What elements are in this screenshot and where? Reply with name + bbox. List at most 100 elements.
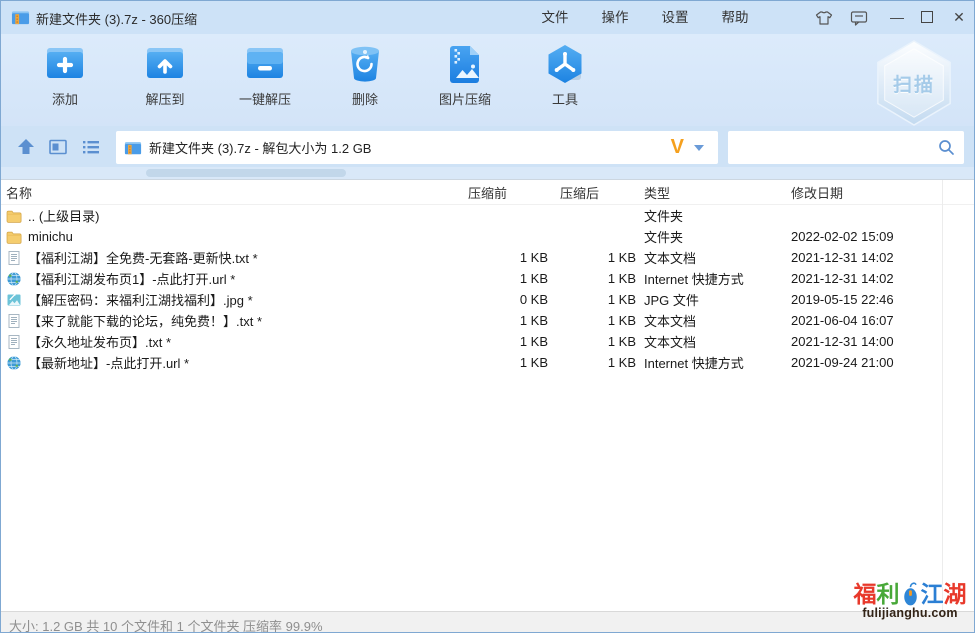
status-bar: 大小: 1.2 GB 共 10 个文件和 1 个文件夹 压缩率 99.9% [1, 611, 974, 633]
menu-file[interactable]: 文件 [525, 1, 585, 34]
vip-v-icon[interactable]: V [671, 136, 684, 159]
one-key-extract-button[interactable]: 一键解压 [222, 34, 308, 126]
image-compress-button[interactable]: 图片压缩 [422, 34, 508, 126]
file-row[interactable]: .. (上级目录) 文件夹 [1, 205, 974, 226]
title-bar[interactable]: 新建文件夹 (3).7z - 360压缩 文件 操作 设置 帮助 — ✕ [1, 1, 974, 34]
column-header-size-after[interactable]: 压缩后 [548, 183, 636, 202]
file-type-value: Internet 快捷方式 [636, 353, 784, 372]
skin-theme-icon[interactable] [815, 9, 833, 27]
archive-path-label: 新建文件夹 (3).7z - 解包大小为 1.2 GB [149, 138, 671, 157]
horizontal-scroll-thumb[interactable] [146, 169, 346, 177]
column-header-size-before[interactable]: 压缩前 [456, 183, 548, 202]
txt-icon [6, 313, 22, 329]
file-name: .. (上级目录) [28, 206, 100, 225]
url-icon [6, 271, 22, 287]
size-before-value: 1 KB [456, 250, 548, 265]
delete-button[interactable]: 删除 [322, 34, 408, 126]
file-name: 【永久地址发布页】.txt * [28, 332, 171, 351]
file-row[interactable]: 【最新地址】-点此打开.url * 1 KB 1 KB Internet 快捷方… [1, 352, 974, 373]
size-before-value: 0 KB [456, 292, 548, 307]
file-type-value: 文本文档 [636, 311, 784, 330]
watermark-char-4: 湖 [944, 581, 967, 607]
file-type-value: 文本文档 [636, 332, 784, 351]
image-compress-icon [443, 42, 487, 86]
modified-date-value: 2019-05-15 22:46 [784, 292, 974, 307]
watermark-domain: fulijianghu.com [856, 606, 964, 620]
file-type-value: Internet 快捷方式 [636, 269, 784, 288]
url-icon [6, 355, 22, 371]
size-before-value: 1 KB [456, 271, 548, 286]
up-level-icon[interactable] [16, 137, 36, 157]
size-after-value: 1 KB [548, 313, 636, 328]
file-row[interactable]: 【永久地址发布页】.txt * 1 KB 1 KB 文本文档 2021-12-3… [1, 331, 974, 352]
menu-operation[interactable]: 操作 [585, 1, 645, 34]
status-summary: 大小: 1.2 GB 共 10 个文件和 1 个文件夹 压缩率 99.9% [9, 616, 323, 633]
tools-icon [543, 42, 587, 86]
extract-to-button[interactable]: 解压到 [122, 34, 208, 126]
size-after-value: 1 KB [548, 334, 636, 349]
modified-date-value: 2021-06-04 16:07 [784, 313, 974, 328]
file-name: 【解压密码：来福利江湖找福利】.jpg * [28, 290, 253, 309]
size-before-value: 1 KB [456, 313, 548, 328]
size-after-value: 1 KB [548, 271, 636, 286]
address-row: 新建文件夹 (3).7z - 解包大小为 1.2 GB V [1, 126, 974, 167]
file-type-value: 文件夹 [636, 206, 784, 225]
column-header-row: 名称 压缩前 压缩后 类型 修改日期 [1, 180, 974, 205]
file-name: 【福利江湖发布页1】-点此打开.url * [28, 269, 235, 288]
txt-icon [6, 250, 22, 266]
size-after-value: 1 KB [548, 355, 636, 370]
file-type-value: 文本文档 [636, 248, 784, 267]
address-bar[interactable]: 新建文件夹 (3).7z - 解包大小为 1.2 GB V [116, 131, 718, 164]
file-name: 【福利江湖】全免费-无套路-更新快.txt * [28, 248, 258, 267]
add-folder-icon [43, 42, 87, 86]
column-header-type[interactable]: 类型 [636, 183, 784, 202]
file-list-panel: 名称 压缩前 压缩后 类型 修改日期 .. (上级目录) 文件夹 minichu… [1, 179, 974, 611]
modified-date-value: 2021-12-31 14:00 [784, 334, 974, 349]
size-before-value: 1 KB [456, 355, 548, 370]
app-logo-icon [11, 8, 30, 27]
jpg-icon [6, 292, 22, 308]
minimize-button[interactable]: — [887, 7, 907, 28]
menu-help[interactable]: 帮助 [705, 1, 765, 34]
close-button[interactable]: ✕ [949, 7, 969, 28]
feedback-icon[interactable] [850, 9, 868, 27]
horizontal-scroll-track [1, 167, 974, 179]
chevron-down-icon[interactable] [694, 145, 704, 151]
modified-date-value: 2021-09-24 21:00 [784, 355, 974, 370]
search-icon[interactable] [938, 139, 955, 156]
preview-pane-icon[interactable] [48, 137, 68, 157]
toolbar: 添加 解压到 一键解压 删除 图片压缩 工具 [1, 34, 974, 126]
one-key-extract-icon [243, 42, 287, 86]
archive-file-icon [124, 139, 142, 157]
file-row[interactable]: 【福利江湖】全免费-无套路-更新快.txt * 1 KB 1 KB 文本文档 2… [1, 247, 974, 268]
watermark-logo: 福利 江湖 fulijianghu.com [856, 581, 964, 620]
add-button[interactable]: 添加 [22, 34, 108, 126]
tools-button[interactable]: 工具 [522, 34, 608, 126]
watermark-char-1: 福 [854, 581, 877, 607]
menu-bar: 文件 操作 设置 帮助 [525, 1, 765, 34]
search-input[interactable] [736, 131, 931, 164]
menu-settings[interactable]: 设置 [645, 1, 705, 34]
delete-icon [343, 42, 387, 86]
file-name: 【最新地址】-点此打开.url * [28, 353, 189, 372]
modified-date-value: 2021-12-31 14:02 [784, 271, 974, 286]
watermark-char-3: 江 [921, 581, 944, 607]
txt-icon [6, 334, 22, 350]
file-row[interactable]: 【福利江湖发布页1】-点此打开.url * 1 KB 1 KB Internet… [1, 268, 974, 289]
folder-icon [6, 208, 22, 224]
app-window: 新建文件夹 (3).7z - 360压缩 文件 操作 设置 帮助 — ✕ 添加 … [0, 0, 975, 633]
list-view-icon[interactable] [81, 137, 101, 157]
file-list: .. (上级目录) 文件夹 minichu 文件夹 2022-02-02 15:… [1, 205, 974, 373]
search-box[interactable] [728, 131, 964, 164]
file-row[interactable]: 【解压密码：来福利江湖找福利】.jpg * 0 KB 1 KB JPG 文件 2… [1, 289, 974, 310]
size-after-value: 1 KB [548, 292, 636, 307]
file-row[interactable]: minichu 文件夹 2022-02-02 15:09 [1, 226, 974, 247]
file-row[interactable]: 【来了就能下载的论坛，纯免费！】.txt * 1 KB 1 KB 文本文档 20… [1, 310, 974, 331]
maximize-button[interactable] [921, 11, 933, 23]
window-title: 新建文件夹 (3).7z - 360压缩 [36, 9, 197, 28]
column-header-name[interactable]: 名称 [1, 183, 456, 202]
file-type-value: 文件夹 [636, 227, 784, 246]
file-name: minichu [28, 229, 73, 244]
column-header-date[interactable]: 修改日期 [784, 183, 974, 202]
scan-button[interactable]: 扫描 [872, 40, 956, 126]
